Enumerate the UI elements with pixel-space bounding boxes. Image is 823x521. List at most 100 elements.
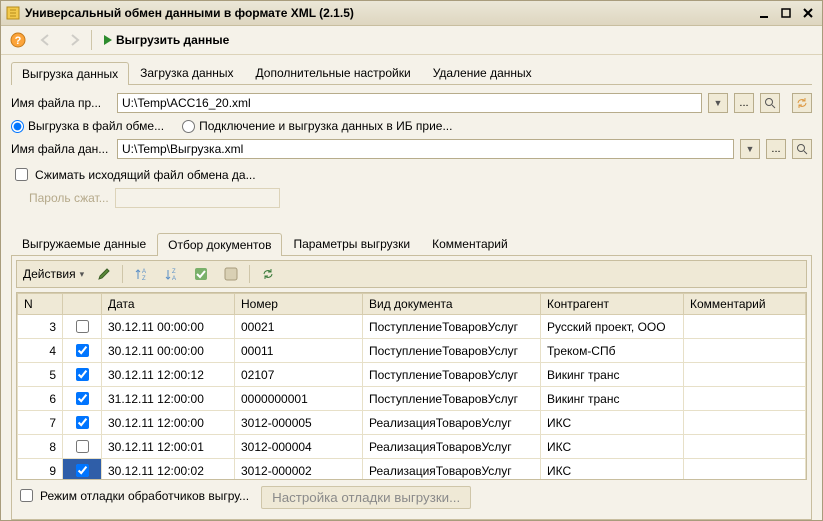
rules-file-refresh-button[interactable] bbox=[792, 93, 812, 113]
data-file-search-button[interactable] bbox=[792, 139, 812, 159]
row-checkbox[interactable] bbox=[76, 344, 89, 357]
cell-check[interactable] bbox=[63, 315, 102, 339]
row-checkbox[interactable] bbox=[76, 392, 89, 405]
rules-file-row: Имя файла пр... ▼ ... bbox=[11, 93, 812, 113]
close-button[interactable] bbox=[798, 5, 818, 21]
main-tabs: Выгрузка данных Загрузка данных Дополнит… bbox=[1, 55, 822, 84]
cell-type: РеализацияТоваровУслуг bbox=[363, 411, 541, 435]
grid-toolbar: Действия ▾ AZ ZA bbox=[16, 260, 807, 288]
cell-number: 00011 bbox=[235, 339, 363, 363]
uncheck-all-button[interactable] bbox=[219, 264, 243, 284]
cell-number: 3012-000002 bbox=[235, 459, 363, 481]
cell-number: 0000000001 bbox=[235, 387, 363, 411]
cell-comment bbox=[684, 339, 806, 363]
cell-check[interactable] bbox=[63, 435, 102, 459]
data-file-dropdown-button[interactable]: ▼ bbox=[740, 139, 760, 159]
row-checkbox[interactable] bbox=[76, 368, 89, 381]
edit-button[interactable] bbox=[92, 264, 116, 284]
cell-number: 3012-000005 bbox=[235, 411, 363, 435]
cell-check[interactable] bbox=[63, 363, 102, 387]
tab-delete[interactable]: Удаление данных bbox=[422, 61, 543, 84]
table-row[interactable]: 730.12.11 12:00:003012-000005РеализацияТ… bbox=[18, 411, 806, 435]
cell-contractor: Викинг транс bbox=[541, 363, 684, 387]
col-type[interactable]: Вид документа bbox=[363, 294, 541, 315]
compress-checkbox[interactable] bbox=[15, 168, 28, 181]
col-n[interactable]: N bbox=[18, 294, 63, 315]
check-all-button[interactable] bbox=[189, 264, 213, 284]
cell-date: 30.12.11 00:00:00 bbox=[102, 339, 235, 363]
cell-check[interactable] bbox=[63, 411, 102, 435]
table-row[interactable]: 830.12.11 12:00:013012-000004РеализацияТ… bbox=[18, 435, 806, 459]
cell-number: 02107 bbox=[235, 363, 363, 387]
cell-comment bbox=[684, 411, 806, 435]
maximize-button[interactable] bbox=[776, 5, 796, 21]
tab-exported-data[interactable]: Выгружаемые данные bbox=[11, 232, 157, 255]
table-row[interactable]: 430.12.11 00:00:0000011ПоступлениеТоваро… bbox=[18, 339, 806, 363]
cell-date: 30.12.11 12:00:12 bbox=[102, 363, 235, 387]
cell-n: 6 bbox=[18, 387, 63, 411]
tab-export[interactable]: Выгрузка данных bbox=[11, 62, 129, 85]
radio-export-ib-input[interactable] bbox=[182, 120, 195, 133]
row-checkbox[interactable] bbox=[76, 320, 89, 333]
main-tab-content: Имя файла пр... ▼ ... Выгрузка в файл об… bbox=[11, 84, 812, 520]
data-file-more-button[interactable]: ... bbox=[766, 139, 786, 159]
rules-file-input[interactable] bbox=[117, 93, 702, 113]
documents-grid[interactable]: N Дата Номер Вид документа Контрагент Ко… bbox=[16, 292, 807, 480]
cell-comment bbox=[684, 459, 806, 481]
titlebar: Универсальный обмен данными в формате XM… bbox=[1, 1, 822, 26]
col-number[interactable]: Номер bbox=[235, 294, 363, 315]
cell-check[interactable] bbox=[63, 387, 102, 411]
cell-type: ПоступлениеТоваровУслуг bbox=[363, 315, 541, 339]
tab-import[interactable]: Загрузка данных bbox=[129, 61, 244, 84]
sort-desc-button[interactable]: ZA bbox=[159, 264, 183, 284]
table-row[interactable]: 930.12.11 12:00:023012-000002РеализацияТ… bbox=[18, 459, 806, 481]
col-date[interactable]: Дата bbox=[102, 294, 235, 315]
rules-file-search-button[interactable] bbox=[760, 93, 780, 113]
debug-mode-option[interactable]: Режим отладки обработчиков выгру... bbox=[16, 486, 249, 505]
rules-file-dropdown-button[interactable]: ▼ bbox=[708, 93, 728, 113]
refresh-button[interactable] bbox=[256, 264, 280, 284]
export-button[interactable]: Выгрузить данные bbox=[98, 31, 235, 49]
grid-toolbar-sep1 bbox=[122, 265, 123, 283]
minimize-button[interactable] bbox=[754, 5, 774, 21]
data-file-input[interactable] bbox=[117, 139, 734, 159]
play-icon bbox=[104, 35, 112, 45]
table-row[interactable]: 530.12.11 12:00:1202107ПоступлениеТоваро… bbox=[18, 363, 806, 387]
tab-document-filter[interactable]: Отбор документов bbox=[157, 233, 282, 256]
help-button[interactable]: ? bbox=[7, 29, 29, 51]
row-checkbox[interactable] bbox=[76, 416, 89, 429]
table-row[interactable]: 631.12.11 12:00:000000000001ПоступлениеТ… bbox=[18, 387, 806, 411]
cell-contractor: Треком-СПб bbox=[541, 339, 684, 363]
cell-date: 30.12.11 12:00:02 bbox=[102, 459, 235, 481]
radio-export-ib[interactable]: Подключение и выгрузка данных в ИБ прие.… bbox=[182, 119, 452, 133]
cell-type: ПоступлениеТоваровУслуг bbox=[363, 339, 541, 363]
tab-export-params[interactable]: Параметры выгрузки bbox=[282, 232, 421, 255]
radio-export-file[interactable]: Выгрузка в файл обме... bbox=[11, 119, 164, 133]
table-row[interactable]: 330.12.11 00:00:0000021ПоступлениеТоваро… bbox=[18, 315, 806, 339]
rules-file-more-button[interactable]: ... bbox=[734, 93, 754, 113]
compress-label: Сжимать исходящий файл обмена да... bbox=[35, 168, 256, 182]
cell-n: 7 bbox=[18, 411, 63, 435]
export-button-label: Выгрузить данные bbox=[116, 33, 229, 47]
row-checkbox[interactable] bbox=[76, 464, 89, 477]
debug-mode-checkbox[interactable] bbox=[20, 489, 33, 502]
cell-check[interactable] bbox=[63, 339, 102, 363]
col-contractor[interactable]: Контрагент bbox=[541, 294, 684, 315]
actions-dropdown[interactable]: Действия ▾ bbox=[21, 264, 86, 284]
compress-password-label: Пароль сжат... bbox=[29, 191, 109, 205]
sort-asc-button[interactable]: AZ bbox=[129, 264, 153, 284]
row-checkbox[interactable] bbox=[76, 440, 89, 453]
cell-number: 00021 bbox=[235, 315, 363, 339]
tab-comment[interactable]: Комментарий bbox=[421, 232, 519, 255]
cell-check[interactable] bbox=[63, 459, 102, 481]
app-window: Универсальный обмен данными в формате XM… bbox=[0, 0, 823, 521]
tab-settings[interactable]: Дополнительные настройки bbox=[245, 61, 422, 84]
radio-export-file-input[interactable] bbox=[11, 120, 24, 133]
cell-contractor: Викинг транс bbox=[541, 387, 684, 411]
cell-number: 3012-000004 bbox=[235, 435, 363, 459]
svg-text:A: A bbox=[172, 276, 176, 281]
col-comment[interactable]: Комментарий bbox=[684, 294, 806, 315]
cell-comment bbox=[684, 435, 806, 459]
svg-text:A: A bbox=[142, 269, 146, 275]
col-check[interactable] bbox=[63, 294, 102, 315]
